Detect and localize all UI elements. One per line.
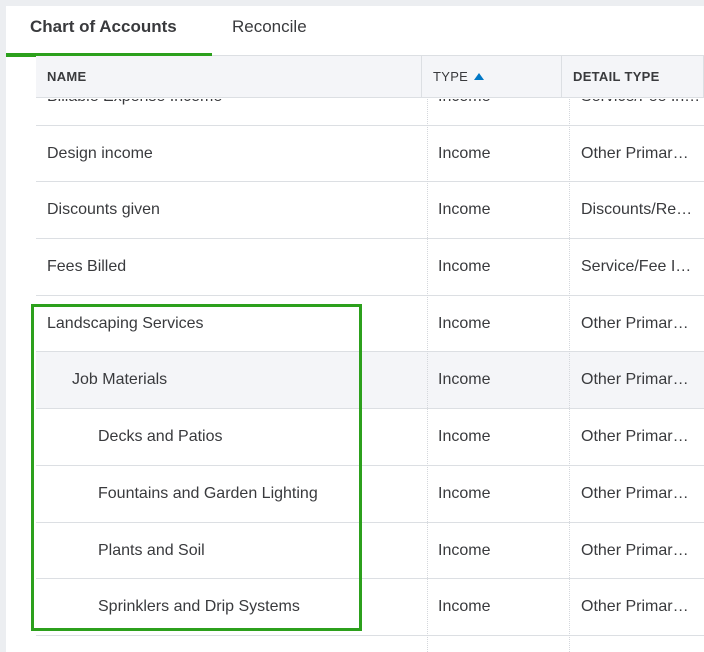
account-detail-type: Other Primar… [581,144,689,162]
account-detail-type: Other Primar… [581,371,689,389]
account-detail-type: Other Primar… [581,598,689,616]
column-header-name[interactable]: NAME [36,56,422,98]
tab-reconcile[interactable]: Reconcile [232,6,307,56]
table-body: Billable Expense Income Income Service/F… [36,99,704,652]
account-detail-type: Other Primar… [581,428,689,446]
account-name: Fees Billed [47,258,127,276]
table-row[interactable]: Design income Income Other Primar… [36,125,704,183]
account-name: Discounts given [47,201,160,219]
account-name: Job Materials [72,371,168,389]
account-type: Income [426,99,561,125]
account-detail-type: Other Primar… [581,541,689,559]
account-detail-type: Discounts/Re… [581,201,693,219]
table-row[interactable]: Fees Billed Income Service/Fee I… [36,239,704,296]
column-header-type[interactable]: TYPE [422,56,562,98]
column-header-type-label: TYPE [433,69,469,84]
table-header: NAME TYPE DETAIL TYPE [36,56,704,98]
table-row[interactable]: Discounts given Income Discounts/Re… [36,182,704,240]
tab-chart-of-accounts[interactable]: Chart of Accounts [6,6,212,57]
account-name: Design income [47,144,153,162]
account-name: Fountains and Garden Lighting [98,484,318,502]
account-type: Income [438,484,491,502]
account-detail-type: Service/Fee I… [581,258,692,276]
table-row[interactable]: Plants and Soil Income Other Primar… [36,522,704,580]
table-row[interactable]: Fountains and Garden Lighting Income Oth… [36,465,704,523]
account-type: Income [438,598,491,616]
account-type: Income [438,144,491,162]
account-type: Income [438,541,491,559]
account-detail-type: Other Primar… [581,314,689,332]
account-name: Plants and Soil [98,541,205,559]
table-row[interactable]: Decks and Patios Income Other Primar… [36,409,704,466]
account-type: Income [438,314,491,332]
account-detail-type: Service/Fee Income [569,99,704,125]
account-name: Landscaping Services [47,314,204,332]
column-divider [569,99,570,652]
account-name: Billable Expense Income [36,99,422,125]
table-row[interactable]: Landscaping Services Income Other Primar… [36,295,704,353]
left-rail [0,0,6,652]
account-name: Sprinklers and Drip Systems [98,598,300,616]
account-type: Income [438,258,491,276]
table-row[interactable]: Job Materials Income Other Primar… [36,352,704,410]
table-row[interactable]: Billable Expense Income Income Service/F… [36,99,704,126]
account-type: Income [438,371,491,389]
account-detail-type: Other Primar… [581,484,689,502]
column-header-detail-type[interactable]: DETAIL TYPE [562,56,704,98]
table-row[interactable]: Sprinklers and Drip Systems Income Other… [36,579,704,636]
tab-bar: Chart of Accounts Reconcile [6,6,704,57]
column-header-name-label: NAME [47,69,87,84]
account-name: Decks and Patios [98,428,223,446]
account-type: Income [438,428,491,446]
column-header-detail-type-label: DETAIL TYPE [573,69,660,84]
sort-ascending-icon [474,73,485,80]
account-type: Income [438,201,491,219]
column-divider [427,99,428,652]
